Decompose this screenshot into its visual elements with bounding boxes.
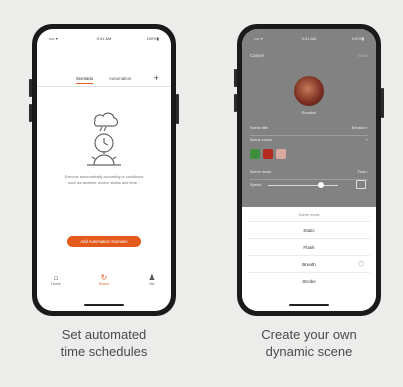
scene-icon: ↻ [100, 273, 108, 282]
status-bar: •••• ▾ 9:41 AM 100%▮ [242, 36, 376, 44]
row-scene-mode[interactable]: Scene mode Flow › [250, 167, 368, 180]
volume-up-button [29, 79, 32, 97]
power-button [176, 94, 179, 124]
scene-avatar[interactable] [294, 76, 324, 106]
option-breath[interactable]: Breath ◯ [248, 255, 370, 273]
user-icon: ♟ [148, 273, 156, 282]
option-flash[interactable]: Flash [248, 238, 370, 256]
cancel-button[interactable]: Cancel [250, 53, 264, 58]
home-indicator [84, 304, 124, 306]
color-swatches [250, 146, 289, 159]
scene-mode-sheet: Scene mode Static Flash Breath ◯ Strobe [242, 207, 376, 311]
volume-down-button [29, 104, 32, 122]
tab-scenario[interactable]: Scenario [76, 76, 94, 84]
volume-down-button [234, 94, 237, 112]
selected-check-icon: ◯ [358, 261, 364, 267]
nav-home[interactable]: ⌂ Home [44, 273, 68, 286]
add-color-icon[interactable]: + [366, 138, 368, 142]
scene-name-label: Emotion [301, 110, 317, 115]
home-indicator [289, 304, 329, 306]
save-button[interactable]: Save [358, 53, 368, 58]
option-strobe[interactable]: Strobe [248, 272, 370, 290]
speed-label: Speed [250, 183, 261, 187]
left-phone-mockup: •••• ▾ 9:41 AM 100%▮ Scenario Automation… [29, 24, 179, 316]
speed-slider-handle[interactable] [318, 182, 324, 188]
timer-weather-illustration [87, 112, 121, 166]
option-static[interactable]: Static [248, 221, 370, 239]
home-icon: ⌂ [53, 273, 59, 282]
nav-scene[interactable]: ↻ Scene [92, 273, 116, 286]
right-phone-screen: •••• ▾ 9:41 AM 100%▮ Cancel Save Emotion… [242, 29, 376, 311]
sheet-title: Scene mode [298, 213, 320, 217]
add-automation-button[interactable]: Add Automation Scenario [67, 236, 141, 247]
battery-indicator: 100%▮ [351, 36, 364, 41]
status-bar: •••• ▾ 9:41 AM 100%▮ [37, 36, 171, 44]
color-swatch[interactable] [250, 149, 260, 159]
cloud-icon [93, 112, 119, 127]
left-caption: Set automated time schedules [60, 327, 148, 359]
color-swatch[interactable] [276, 149, 286, 159]
speed-icon [356, 180, 366, 189]
volume-up-button [234, 69, 237, 87]
scene-tabs: Scenario Automation + [37, 73, 171, 87]
left-phone-screen: •••• ▾ 9:41 AM 100%▮ Scenario Automation… [37, 29, 171, 311]
right-caption: Create your own dynamic scene [261, 327, 357, 359]
speed-slider-track[interactable] [268, 185, 338, 186]
add-icon[interactable]: + [154, 73, 159, 83]
empty-state-text: Execute automatically according to condi… [64, 174, 144, 185]
bottom-nav: ⌂ Home ↻ Scene ♟ Me [37, 273, 171, 293]
nav-me[interactable]: ♟ Me [140, 273, 164, 286]
battery-indicator: 100%▮ [146, 36, 159, 41]
right-phone-mockup: •••• ▾ 9:41 AM 100%▮ Cancel Save Emotion… [234, 24, 384, 316]
color-swatch[interactable] [263, 149, 273, 159]
tab-automation[interactable]: Automation [109, 76, 131, 81]
power-button [381, 88, 384, 118]
dimmed-scene-editor: •••• ▾ 9:41 AM 100%▮ Cancel Save Emotion… [242, 29, 376, 207]
